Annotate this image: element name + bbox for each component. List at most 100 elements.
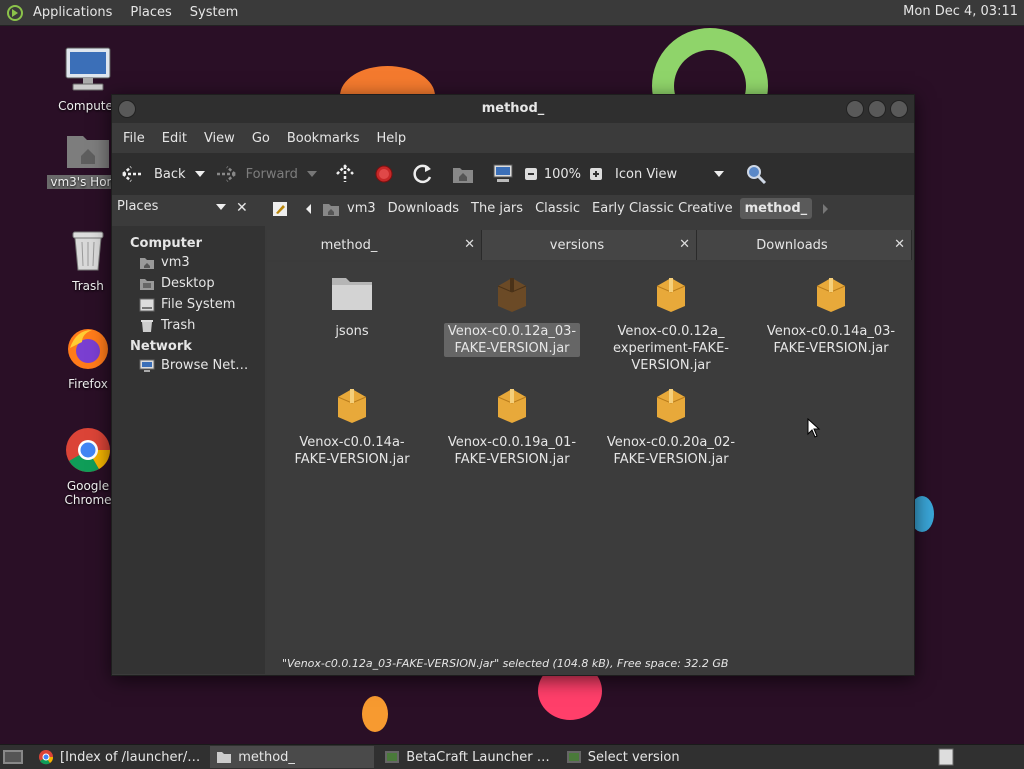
tab-label: versions: [549, 237, 605, 253]
computer-button[interactable]: [492, 164, 514, 184]
view-mode-select[interactable]: Icon View: [615, 167, 725, 182]
up-button[interactable]: [334, 164, 356, 184]
status-bar: "Venox-c0.0.12a_03-FAKE-VERSION.jar" sel…: [267, 651, 912, 675]
breadcrumb-method[interactable]: method_: [739, 198, 813, 219]
menu-places[interactable]: Places: [121, 5, 180, 20]
back-button[interactable]: Back: [120, 164, 186, 184]
search-button[interactable]: [745, 163, 767, 185]
chevron-down-icon: [194, 171, 205, 177]
sidebar-item-label: vm3: [161, 255, 190, 270]
close-sidepane-button[interactable]: ✕: [236, 200, 248, 216]
window-titlebar[interactable]: method_: [112, 95, 914, 123]
sidebar-item-label: Desktop: [161, 276, 215, 291]
chevron-down-icon: [714, 171, 725, 177]
desktop-icon: [140, 278, 154, 290]
computer-icon: [65, 47, 111, 91]
taskbar-item-betacraft[interactable]: BetaCraft Launcher …: [378, 746, 556, 768]
home-folder-icon: [140, 257, 154, 269]
home-button[interactable]: [452, 164, 474, 184]
tab-method[interactable]: method_ ✕: [267, 230, 482, 260]
file-item-jar-20a-02[interactable]: Venox-c0.0.20a_02- FAKE-VERSION.jar: [601, 385, 741, 468]
tab-label: method_: [320, 237, 378, 253]
drive-icon: [139, 298, 155, 311]
stop-button[interactable]: [374, 164, 394, 184]
home-folder-icon: [323, 203, 339, 216]
forward-history-dropdown[interactable]: [306, 169, 318, 179]
close-icon[interactable]: ✕: [894, 237, 905, 252]
taskbar-item-method[interactable]: method_: [210, 746, 375, 768]
file-manager-window: method_ File Edit View Go Bookmarks Help…: [111, 94, 915, 676]
sidebar-item-browse-network[interactable]: Browse Net…: [139, 358, 265, 373]
breadcrumb-right-icon[interactable]: [820, 199, 832, 219]
sidepane-header-network: Network: [130, 339, 192, 354]
forward-button[interactable]: Forward: [214, 164, 298, 184]
jar-package-icon: [497, 278, 527, 312]
taskbar-item-chrome[interactable]: [Index of /launcher/…: [32, 746, 206, 768]
menubar: File Edit View Go Bookmarks Help: [112, 123, 914, 153]
tab-versions[interactable]: versions ✕: [482, 230, 697, 260]
jar-package-icon: [656, 278, 686, 312]
menu-system[interactable]: System: [181, 5, 247, 20]
folder-icon: [332, 278, 372, 310]
sidebar-item-file-system[interactable]: File System: [139, 297, 265, 312]
menu-file[interactable]: File: [116, 131, 152, 146]
bottom-panel: [Index of /launcher/… method_ BetaCraft …: [0, 744, 1024, 769]
show-desktop-icon[interactable]: [2, 748, 24, 766]
sidebar-item-trash[interactable]: Trash: [139, 318, 265, 333]
menu-view[interactable]: View: [197, 131, 242, 146]
file-label: Venox-c0.0.12a_03- FAKE-VERSION.jar: [443, 323, 581, 357]
sidebar-item-label: Trash: [161, 318, 196, 333]
breadcrumb-left-icon[interactable]: [302, 199, 314, 219]
breadcrumb-vm3[interactable]: vm3: [342, 198, 381, 219]
menu-bookmarks[interactable]: Bookmarks: [280, 131, 367, 146]
taskbar-item-label: BetaCraft Launcher …: [406, 749, 550, 765]
file-item-jar-19a-01[interactable]: Venox-c0.0.19a_01- FAKE-VERSION.jar: [442, 385, 582, 468]
tab-bar: method_ ✕ versions ✕ Downloads ✕: [267, 230, 912, 260]
breadcrumb-classic[interactable]: Classic: [530, 198, 585, 219]
workspace-switcher-icon[interactable]: [938, 748, 954, 766]
status-text: "Venox-c0.0.12a_03-FAKE-VERSION.jar" sel…: [282, 656, 729, 670]
menu-edit[interactable]: Edit: [155, 131, 194, 146]
mouse-cursor-icon: [807, 418, 821, 438]
breadcrumb-early-classic-creative[interactable]: Early Classic Creative: [587, 198, 738, 219]
home-folder-icon: [452, 168, 473, 183]
reload-button[interactable]: [412, 163, 434, 185]
zoom-in-button[interactable]: [589, 167, 603, 181]
java-icon: [385, 751, 400, 763]
minimize-button[interactable]: [846, 100, 864, 118]
file-item-jar-12a-03[interactable]: Venox-c0.0.12a_03- FAKE-VERSION.jar: [442, 274, 582, 357]
places-selector[interactable]: Places: [117, 199, 227, 214]
trash-icon: [72, 231, 104, 271]
tab-label: Downloads: [756, 237, 828, 253]
file-item-jar-14a-03[interactable]: Venox-c0.0.14a_03- FAKE-VERSION.jar: [761, 274, 901, 357]
maximize-button[interactable]: [868, 100, 886, 118]
view-mode-value: Icon View: [615, 166, 678, 182]
file-item-jar-14a[interactable]: Venox-c0.0.14a- FAKE-VERSION.jar: [282, 385, 422, 468]
forward-label: Forward: [245, 166, 298, 182]
tab-downloads[interactable]: Downloads ✕: [697, 230, 912, 260]
network-icon: [139, 359, 155, 372]
back-history-dropdown[interactable]: [194, 169, 206, 179]
zoom-out-button[interactable]: [524, 167, 538, 181]
file-view[interactable]: jsons Venox-c0.0.12a_03- FAKE-VERSION.jar…: [267, 262, 912, 650]
zoom-out-icon: [524, 168, 537, 180]
computer-icon: [493, 164, 513, 182]
clock[interactable]: Mon Dec 4, 03:11: [903, 4, 1018, 19]
file-item-jsons[interactable]: jsons: [282, 274, 422, 340]
sidebar-item-vm3[interactable]: vm3: [139, 255, 265, 270]
menu-go[interactable]: Go: [245, 131, 277, 146]
chrome-icon: [66, 428, 110, 472]
menu-help[interactable]: Help: [369, 131, 413, 146]
edit-location-icon[interactable]: [272, 201, 288, 217]
toolbar: Back Forward 100% Icon View: [112, 153, 914, 195]
sidebar-item-desktop[interactable]: Desktop: [139, 276, 265, 291]
file-item-jar-12a-experiment[interactable]: Venox-c0.0.12a_ experiment-FAKE- VERSION.j…: [601, 274, 741, 374]
zoom-value: 100%: [543, 166, 582, 182]
close-icon[interactable]: ✕: [679, 237, 690, 252]
breadcrumb-the-jars[interactable]: The jars: [466, 198, 528, 219]
breadcrumb-downloads[interactable]: Downloads: [383, 198, 464, 219]
close-button[interactable]: [890, 100, 908, 118]
menu-applications[interactable]: Applications: [24, 5, 121, 20]
taskbar-item-select-version[interactable]: Select version: [560, 746, 686, 768]
close-icon[interactable]: ✕: [464, 237, 475, 252]
